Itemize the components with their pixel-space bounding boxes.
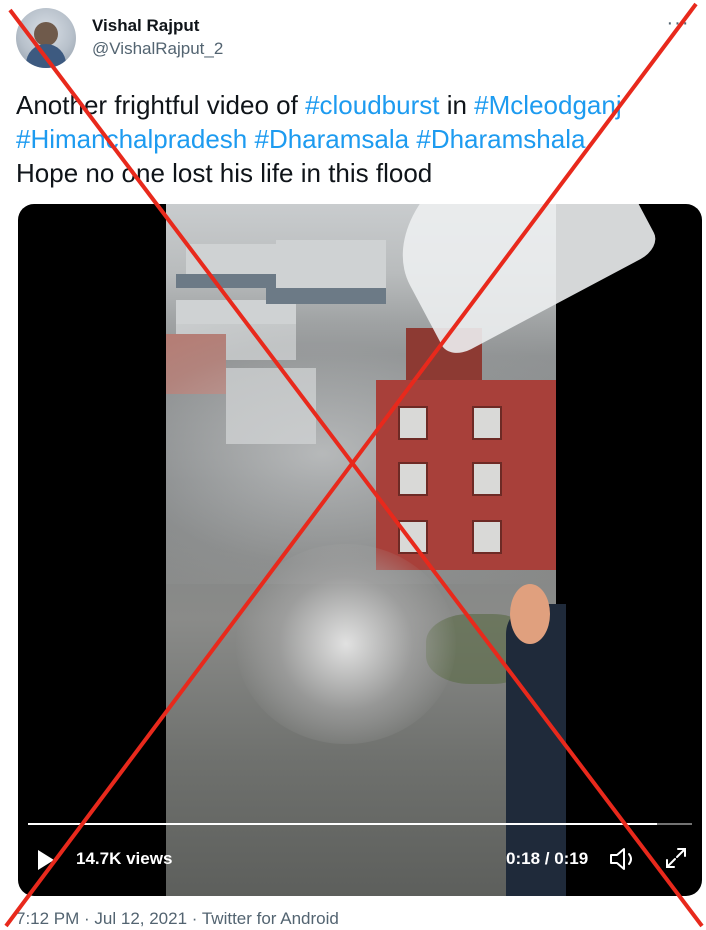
window — [472, 462, 502, 496]
play-icon[interactable] — [38, 850, 54, 870]
avatar-body — [26, 44, 66, 68]
progress-fill — [28, 823, 657, 825]
roof — [176, 274, 286, 288]
tweet-line-2: #Himanchalpradesh #Dharamsala #Dharamsha… — [16, 122, 696, 156]
tweet-line-3: Hope no one lost his life in this flood — [16, 158, 433, 188]
hashtag-dharamsala[interactable]: #Dharamsala — [254, 124, 409, 154]
hashtag-himanchalpradesh[interactable]: #Himanchalpradesh — [16, 124, 247, 154]
hashtag-mcleodganj[interactable]: #Mcleodganj — [474, 90, 621, 120]
house — [276, 240, 386, 288]
red-building — [376, 380, 556, 570]
tweet-text-segment: in — [439, 90, 475, 120]
window — [398, 462, 428, 496]
avatar-head — [34, 22, 58, 46]
volume-icon[interactable] — [609, 846, 639, 872]
window — [472, 406, 502, 440]
debris — [236, 544, 456, 744]
tweet-header: Vishal Rajput @VishalRajput_2 ··· — [16, 8, 690, 68]
progress-bar[interactable] — [28, 823, 692, 825]
roof — [266, 288, 386, 304]
video-player[interactable]: 14.7K views 0:18 / 0:19 — [18, 204, 702, 896]
hashtag-dharamshala[interactable]: #Dharamshala — [416, 124, 585, 154]
tweet-text: Another frightful video of #cloudburst i… — [16, 88, 696, 190]
view-count: 14.7K views — [76, 849, 173, 868]
tweet-line-1: Another frightful video of #cloudburst i… — [16, 88, 696, 122]
more-icon[interactable]: ··· — [666, 13, 690, 34]
author-handle[interactable]: @VishalRajput_2 — [92, 39, 223, 59]
author-name[interactable]: Vishal Rajput — [92, 16, 199, 36]
tweet-text-segment: Another frightful video of — [16, 90, 306, 120]
window — [398, 406, 428, 440]
hashtag-cloudburst[interactable]: #cloudburst — [305, 90, 439, 120]
window — [472, 520, 502, 554]
fullscreen-icon[interactable] — [664, 846, 688, 870]
video-frame[interactable] — [166, 204, 662, 896]
window — [398, 520, 428, 554]
video-time: 0:18 / 0:19 — [506, 849, 589, 868]
tweet-meta[interactable]: 7:12 PM · Jul 12, 2021 · Twitter for And… — [16, 909, 339, 929]
avatar[interactable] — [16, 8, 76, 68]
person-head — [510, 584, 550, 644]
